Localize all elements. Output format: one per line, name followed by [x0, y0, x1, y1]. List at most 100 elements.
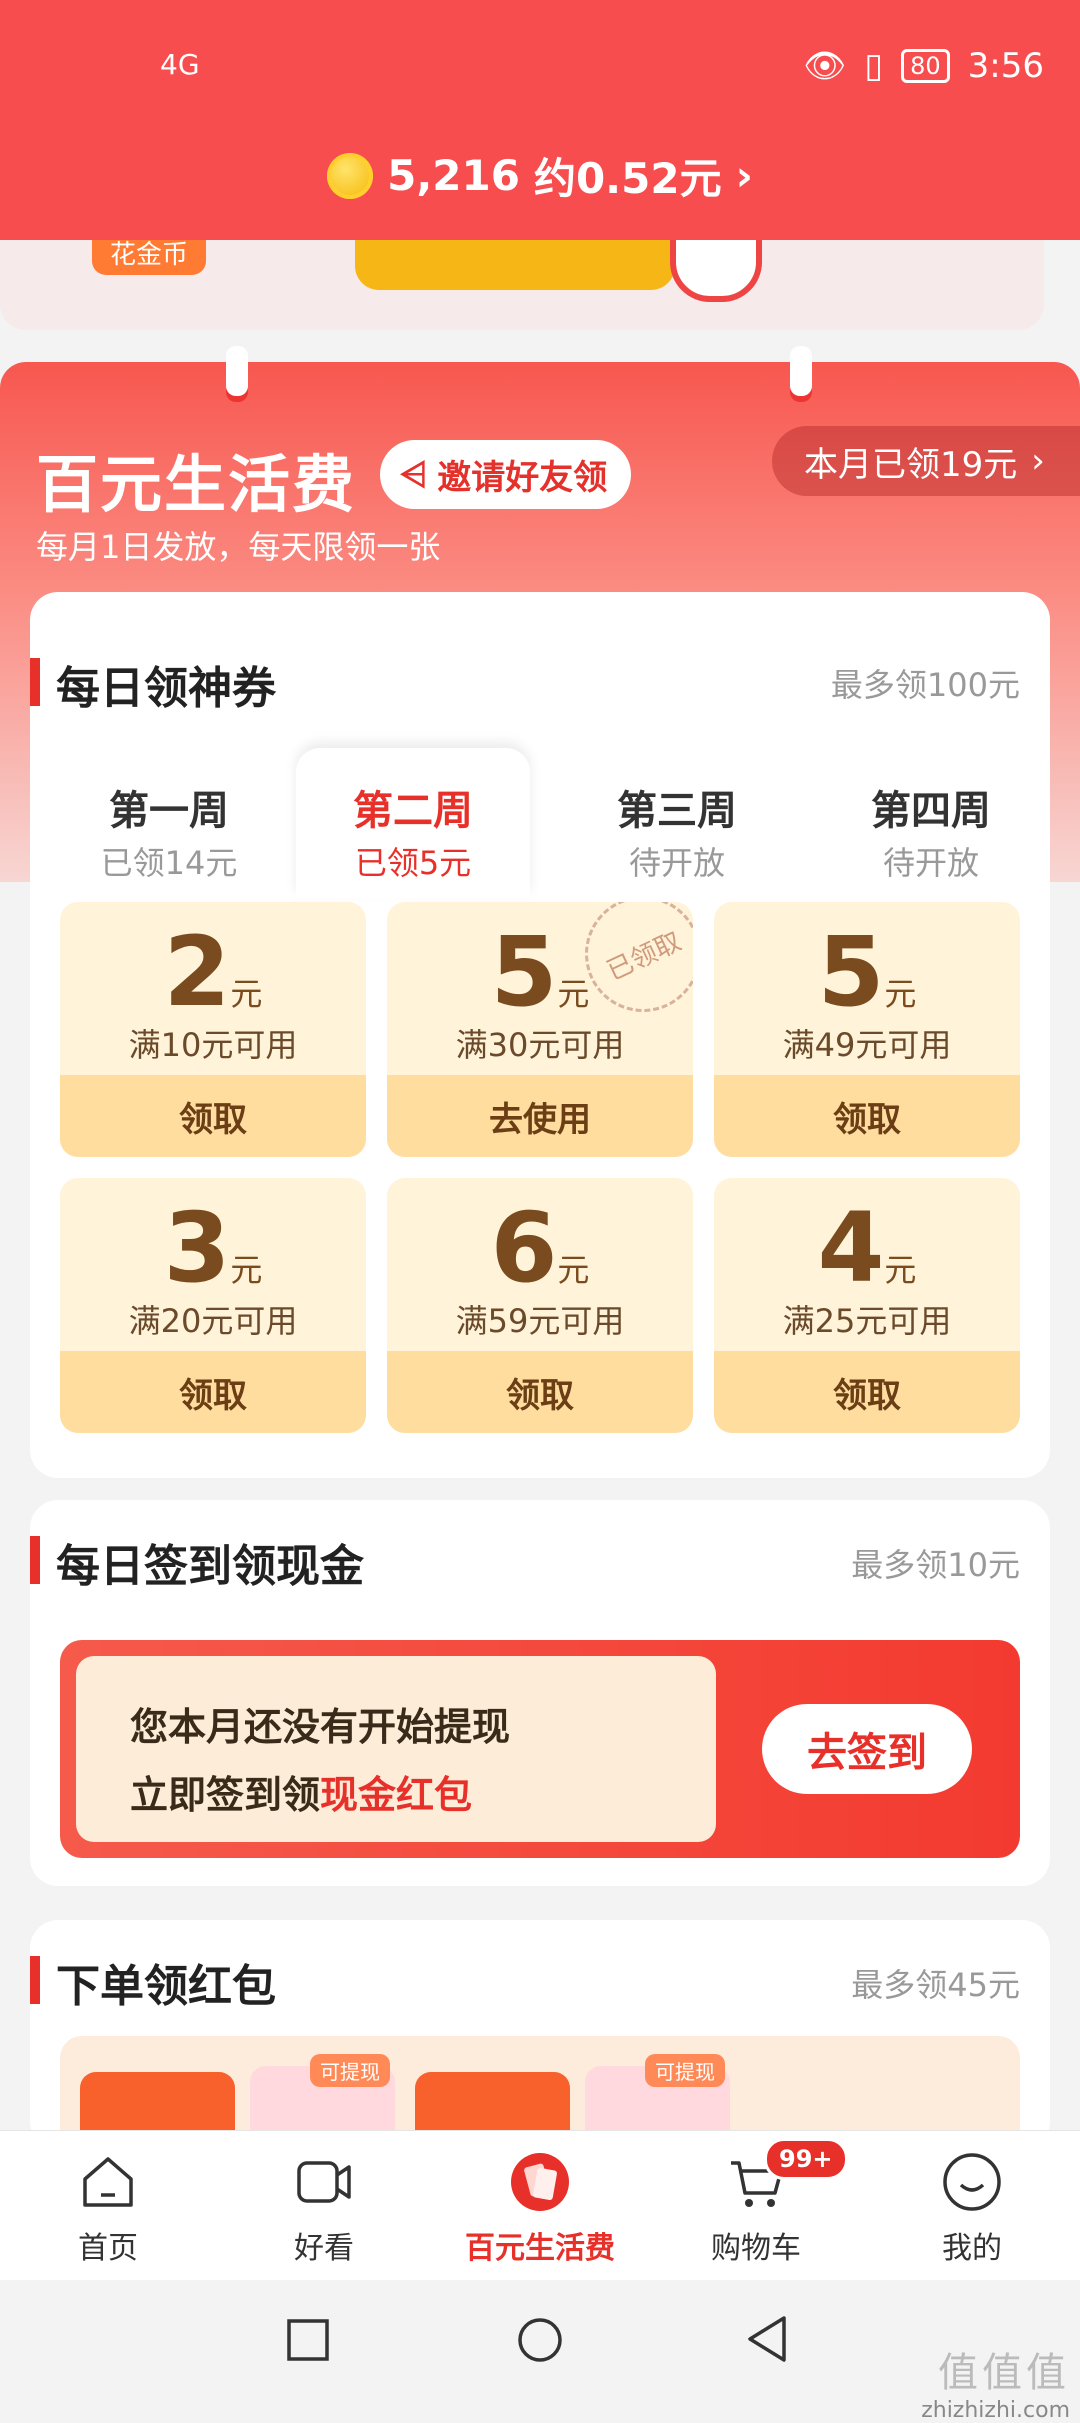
signin-line2: 立即签到领现金红包 — [130, 1764, 472, 1819]
coupon-unit: 元 — [230, 975, 263, 1013]
signin-message: 您本月还没有开始提现 立即签到领现金红包 — [76, 1656, 716, 1842]
back-icon[interactable] — [744, 2314, 792, 2364]
week-name: 第三周 — [617, 788, 737, 834]
tab-week-4[interactable]: 第四周 待开放 — [814, 748, 1048, 898]
cart-badge: 99+ — [764, 2138, 848, 2180]
system-navbar — [0, 2280, 1080, 2400]
coupon-unit: 元 — [557, 1251, 590, 1289]
pin-decoration — [226, 346, 248, 396]
signin-button[interactable]: 去签到 — [762, 1704, 972, 1794]
signin-line2-highlight: 现金红包 — [320, 1773, 473, 1817]
recents-icon[interactable] — [286, 2318, 330, 2362]
claim-button[interactable]: 领取 — [714, 1351, 1020, 1433]
claim-button[interactable]: 领取 — [60, 1075, 366, 1157]
hero-subtitle: 每月1日发放，每天限领一张 — [36, 528, 441, 566]
week-name: 第四周 — [871, 788, 991, 834]
section-max: 最多领45元 — [851, 1966, 1020, 2004]
network-status: 4G — [160, 48, 200, 81]
coupon-card: 3元 满20元可用 领取 — [60, 1178, 366, 1433]
signin-card: 每日签到领现金 最多领10元 您本月还没有开始提现 立即签到领现金红包 去签到 — [30, 1500, 1050, 1886]
coupon-amount: 3 — [163, 1192, 231, 1304]
coupon-unit: 元 — [884, 975, 917, 1013]
week-name: 第一周 — [109, 788, 229, 834]
coupon-card: 5元 满49元可用 领取 — [714, 902, 1020, 1157]
signin-line1: 您本月还没有开始提现 — [130, 1705, 511, 1749]
tab-week-3[interactable]: 第三周 待开放 — [560, 748, 794, 898]
coupon-amount: 6 — [490, 1192, 558, 1304]
watermark: 值值值 zhizhizhi.com — [921, 2340, 1070, 2423]
red-envelope-icon — [511, 2153, 569, 2211]
coin-icon — [327, 152, 374, 199]
section-title: 每日领神券 — [30, 652, 276, 716]
cash-approx: 约0.52元 — [533, 154, 722, 203]
week-name: 第二周 — [353, 788, 473, 834]
signin-banner: 您本月还没有开始提现 立即签到领现金红包 去签到 — [60, 1640, 1020, 1858]
eye-icon: 👁 — [803, 46, 847, 86]
coupon-card: 4元 满25元可用 领取 — [714, 1178, 1020, 1433]
pot-image — [355, 240, 675, 290]
banner-tag: 花金币 — [92, 240, 207, 275]
order-card: 下单领红包 最多领45元 可提现 可提现 — [30, 1920, 1050, 2150]
claim-button[interactable]: 领取 — [60, 1351, 366, 1433]
watermark-url: zhizhizhi.com — [921, 2398, 1070, 2423]
tab-home[interactable]: 首页 — [0, 2131, 216, 2281]
tab-week-2[interactable]: 第二周 已领5元 — [296, 748, 530, 898]
tab-label: 我的 — [942, 2231, 1002, 2266]
vibrate-icon: ▯ — [864, 46, 884, 86]
coupon-card: 6元 满59元可用 领取 — [387, 1178, 693, 1433]
tab-living-allowance[interactable]: 百元生活费 — [432, 2131, 648, 2281]
coupon-amount-wrap: 2元 — [60, 916, 366, 1028]
tab-week-1[interactable]: 第一周 已领14元 — [52, 748, 286, 898]
invite-button[interactable]: ⩤ 邀请好友领 — [380, 440, 632, 509]
coupon-amount: 4 — [817, 1192, 885, 1304]
coupon-condition: 满49元可用 — [782, 1026, 952, 1064]
promo-banner[interactable]: 花金币 — [0, 240, 1044, 330]
coin-count: 5,216 — [387, 151, 520, 200]
coupon-amount: 2 — [163, 916, 231, 1028]
signin-line2-prefix: 立即签到领 — [130, 1773, 321, 1817]
coupon-condition: 满59元可用 — [455, 1302, 625, 1340]
pin-decoration — [790, 346, 812, 396]
coupon-unit: 元 — [230, 1251, 263, 1289]
chevron-right-icon: › — [735, 151, 753, 200]
daily-coupons-card: 每日领神券 最多领100元 第一周 已领14元 第二周 已领5元 第三周 待开放… — [30, 592, 1050, 1478]
bowl-image — [670, 240, 762, 302]
tab-label: 好看 — [294, 2231, 354, 2266]
coupon-condition: 满30元可用 — [455, 1026, 625, 1064]
home-icon — [83, 2157, 133, 2207]
home-circle-icon[interactable] — [516, 2316, 564, 2364]
bottom-tabbar: 首页 好看 百元生活费 购物车 我的 — [0, 2130, 1080, 2281]
withdraw-tag: 可提现 — [645, 2054, 725, 2087]
video-icon — [297, 2161, 351, 2203]
coupon-unit: 元 — [557, 975, 590, 1013]
month-claimed-text: 本月已领19元 — [804, 444, 1018, 485]
watermark-logo: 值值值 — [938, 2350, 1070, 2396]
coupon-amount: 5 — [817, 916, 885, 1028]
withdraw-tag: 可提现 — [310, 2054, 390, 2087]
claim-button[interactable]: 领取 — [714, 1075, 1020, 1157]
coupon-amount: 5 — [490, 916, 558, 1028]
week-status: 已领14元 — [100, 844, 238, 882]
claim-button[interactable]: 领取 — [387, 1351, 693, 1433]
tab-label: 百元生活费 — [465, 2231, 615, 2266]
status-right: 👁 ▯ 80 3:56 — [803, 46, 1044, 86]
coupon-card: 2元 满10元可用 领取 — [60, 902, 366, 1157]
tab-label: 首页 — [78, 2231, 138, 2266]
tab-watch[interactable]: 好看 — [216, 2131, 432, 2281]
coupon-card: 已领取 5元 满30元可用 去使用 — [387, 902, 693, 1157]
section-title: 下单领红包 — [30, 1950, 276, 2014]
month-claimed-link[interactable]: 本月已领19元 › — [772, 426, 1080, 496]
share-icon: ⩤ — [400, 454, 428, 495]
week-status: 待开放 — [882, 844, 979, 882]
tab-label: 购物车 — [711, 2231, 801, 2266]
coin-balance[interactable]: 5,216 约0.52元 › — [0, 145, 1080, 206]
coupon-unit: 元 — [884, 1251, 917, 1289]
coupon-amount-wrap: 6元 — [387, 1192, 693, 1304]
hero-title: 百元生活费 — [36, 448, 357, 521]
coupon-condition: 满25元可用 — [782, 1302, 952, 1340]
tab-mine[interactable]: 我的 — [864, 2131, 1080, 2281]
section-max: 最多领10元 — [851, 1546, 1020, 1584]
clock: 3:56 — [967, 46, 1044, 86]
coupon-amount-wrap: 5元 — [714, 916, 1020, 1028]
use-button[interactable]: 去使用 — [387, 1075, 693, 1157]
